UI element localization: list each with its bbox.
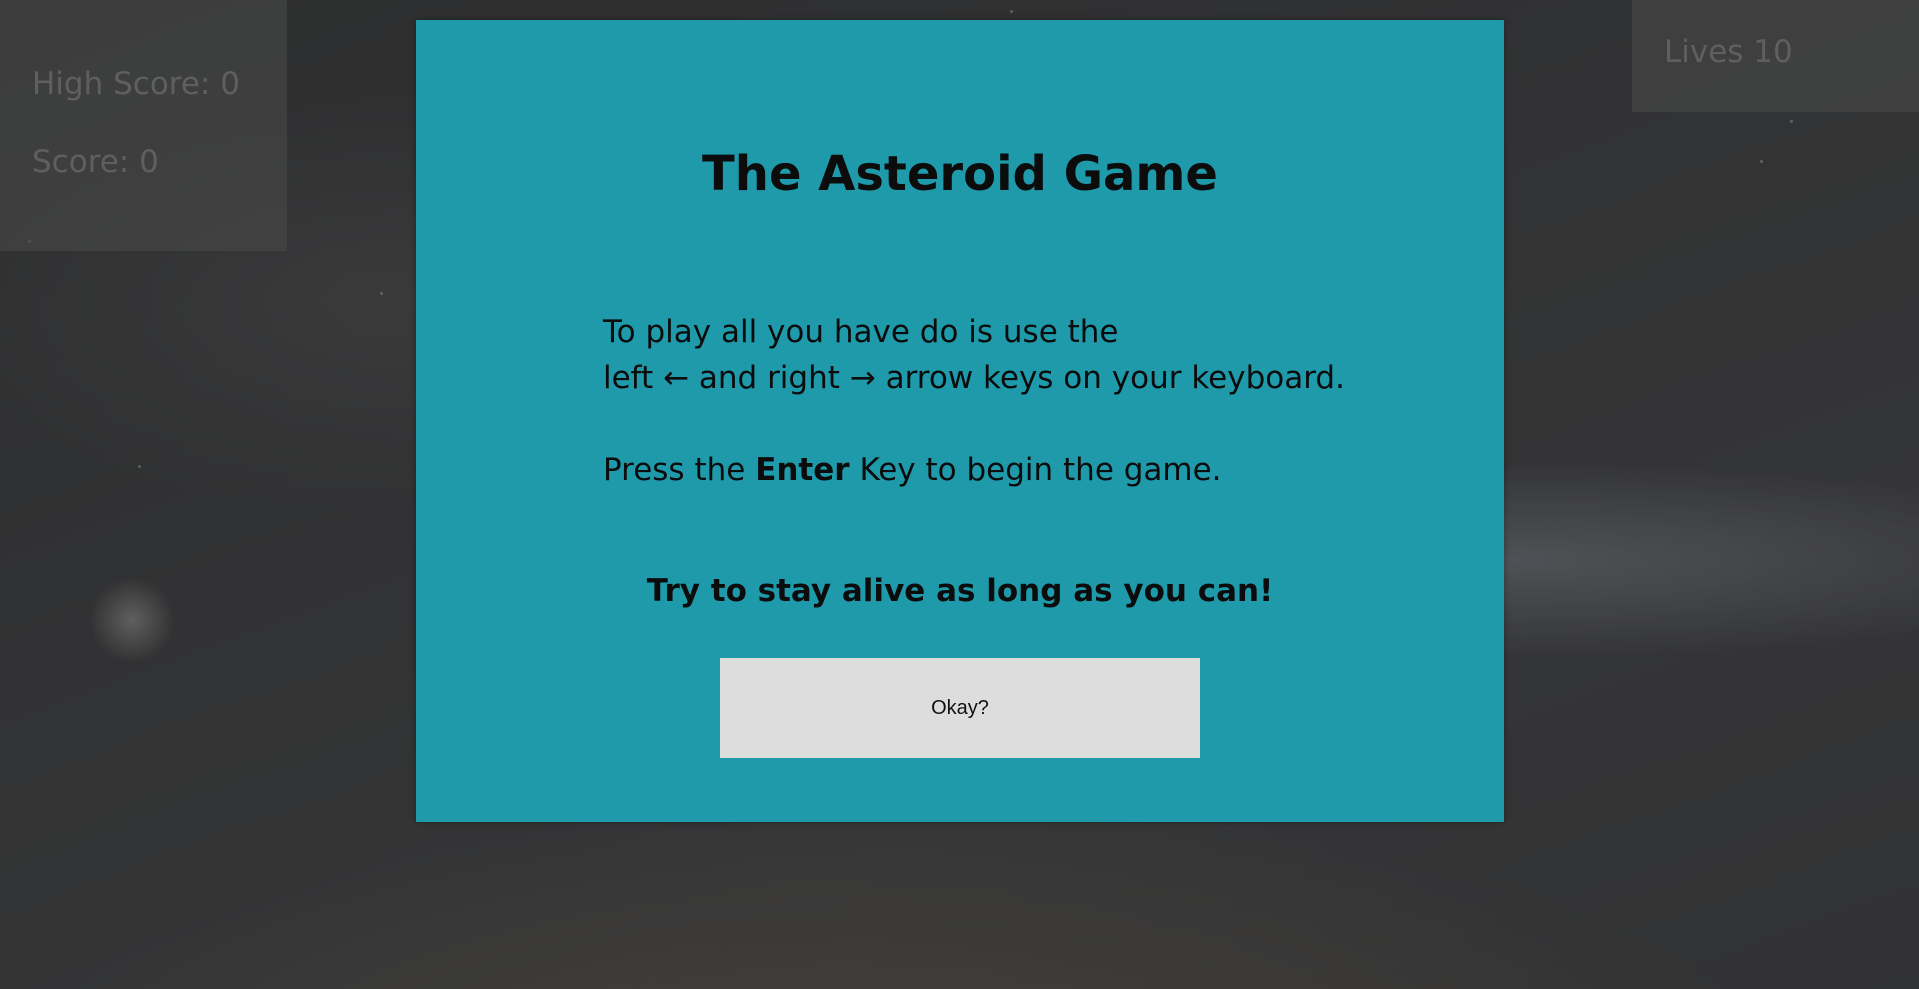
tagline: Try to stay alive as long as you can! [646,573,1274,609]
instructions-line-2: left ← and right → arrow keys on your ke… [603,360,1345,396]
lives-panel: Lives 10 [1632,0,1919,112]
score-panel: High Score: 0 Score: 0 [0,0,287,251]
instructions-modal: The Asteroid Game To play all you have d… [416,20,1504,822]
instructions-line-1: To play all you have do is use the [603,314,1119,350]
start-prefix: Press the [603,452,746,488]
score: Score: 0 [32,144,159,180]
game-title: The Asteroid Game [702,146,1218,202]
lives: Lives 10 [1664,34,1793,70]
enter-key-label: Enter [755,452,850,488]
start-instructions: Press the Enter Key to begin the game. [603,447,1222,493]
start-suffix: Key to begin the game. [859,452,1222,488]
high-score: High Score: 0 [32,66,240,102]
okay-button[interactable]: Okay? [720,658,1200,758]
